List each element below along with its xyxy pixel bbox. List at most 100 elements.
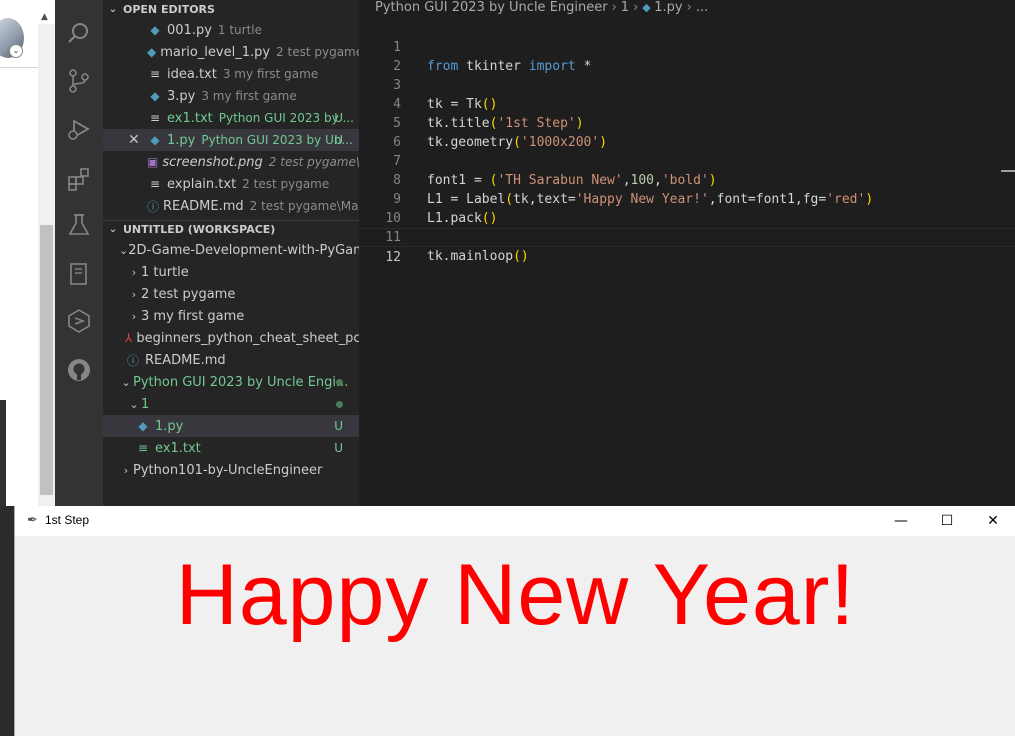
open-editor-item[interactable]: ▣ screenshot.png 2 test pygame\Ma... xyxy=(103,151,359,173)
line-number: 12 xyxy=(385,250,401,265)
tree-folder[interactable]: ⌄ Python GUI 2023 by Uncle Engi... xyxy=(103,371,359,393)
python-file-icon: ◆ xyxy=(642,1,655,14)
breadcrumb-item[interactable]: ... xyxy=(696,0,708,15)
code-line[interactable]: 4 tk.title('1st Step') xyxy=(359,76,1015,131)
git-status-untracked: U xyxy=(334,419,343,433)
code-line[interactable]: 5 tk.geometry('1000x200') xyxy=(359,95,1015,150)
section-title: UNTITLED (WORKSPACE) xyxy=(123,223,276,236)
source-control-icon[interactable] xyxy=(66,68,92,94)
overview-ruler-cursor xyxy=(1001,170,1015,172)
file-name: 1.py xyxy=(155,418,184,434)
notebook-icon[interactable] xyxy=(66,261,92,287)
file-name: beginners_python_cheat_sheet_pcc... xyxy=(136,330,359,346)
testing-icon[interactable] xyxy=(66,212,92,238)
folder-name: 1 xyxy=(141,396,150,412)
open-editor-item[interactable]: ≡ ex1.txt Python GUI 2023 by ... U xyxy=(103,107,359,129)
modified-dot-icon xyxy=(336,400,343,408)
tree-folder[interactable]: › Python101-by-UncleEngineer xyxy=(103,459,359,481)
image-file-icon: ▣ xyxy=(147,155,159,169)
file-name: 1.py xyxy=(167,132,196,148)
code-line[interactable]: 2 xyxy=(359,38,1015,74)
code-line[interactable]: 3 tk = Tk() xyxy=(359,57,1015,112)
breadcrumb-item[interactable]: Python GUI 2023 by Uncle Engineer xyxy=(375,0,608,15)
maximize-button[interactable]: ☐ xyxy=(924,506,970,536)
open-editor-item-active[interactable]: ✕ ◆ 1.py Python GUI 2023 by Un... U xyxy=(103,129,359,151)
code-line[interactable]: 9 L1.pack() xyxy=(359,171,1015,226)
open-editor-item[interactable]: ◆ 001.py 1 turtle xyxy=(103,19,359,41)
file-name: README.md xyxy=(163,198,244,214)
tree-file[interactable]: ≡ ex1.txt U xyxy=(103,437,359,459)
close-button[interactable]: ✕ xyxy=(970,506,1015,536)
breadcrumb-item[interactable]: 1 xyxy=(621,0,629,15)
code-editor[interactable]: Python GUI 2023 by Uncle Engineer › 1 › ◆ 1.… xyxy=(359,0,1015,506)
chevron-right-icon: › xyxy=(131,265,137,279)
file-name: README.md xyxy=(145,352,226,368)
open-editor-item[interactable]: ⓘ README.md 2 test pygame\Mari... xyxy=(103,195,359,217)
info-icon: ⓘ xyxy=(147,199,160,214)
folder-name: Python101-by-UncleEngineer xyxy=(133,462,323,478)
file-path: 3 my first game xyxy=(222,67,319,81)
chevron-down-icon: ⌄ xyxy=(108,3,118,15)
open-editor-item[interactable]: ◆ 3.py 3 my first game xyxy=(103,85,359,107)
tree-folder[interactable]: ⌄ 2D-Game-Development-with-PyGam... xyxy=(103,239,359,261)
workspace-header[interactable]: ⌄ UNTITLED (WORKSPACE) xyxy=(103,220,359,238)
chevron-right-icon: › xyxy=(611,0,617,15)
file-path: 2 test pygame\... xyxy=(276,45,359,59)
section-title: OPEN EDITORS xyxy=(123,2,215,16)
file-name: 3.py xyxy=(167,88,196,104)
chevron-down-icon: ⌄ xyxy=(108,224,118,235)
chevron-down-icon[interactable]: ⌄ xyxy=(9,44,23,58)
code-line[interactable]: 10 xyxy=(359,190,1015,226)
open-editors-header[interactable]: ⌄ OPEN EDITORS xyxy=(103,0,359,18)
run-debug-icon[interactable] xyxy=(66,116,92,142)
file-path: 2 test pygame\Mari... xyxy=(249,199,359,213)
modified-dot-icon xyxy=(336,378,343,386)
pdf-file-icon: ⅄ xyxy=(125,331,133,345)
git-status-untracked: U xyxy=(334,133,343,147)
code-line[interactable]: 1 from tkinter import * xyxy=(359,19,1015,74)
activity-bar: 2 xyxy=(55,0,152,506)
file-name: ex1.txt xyxy=(155,440,201,456)
breadcrumb-item[interactable]: 1.py xyxy=(654,0,682,15)
tree-file[interactable]: ⓘ README.md xyxy=(103,349,359,371)
minimize-button[interactable]: — xyxy=(878,506,924,536)
window-title: 1st Step xyxy=(45,513,90,527)
tree-folder[interactable]: › 2 test pygame xyxy=(103,283,359,305)
file-name: 001.py xyxy=(167,22,212,38)
github-icon[interactable] xyxy=(66,357,92,383)
file-name: idea.txt xyxy=(167,66,217,82)
code-line[interactable]: 6 xyxy=(359,114,1015,150)
code-line[interactable]: 7 font1 = ('TH Sarabun New',100,'bold') xyxy=(359,133,1015,188)
python-file-icon: ◆ xyxy=(138,419,148,433)
background-window-edge xyxy=(0,400,6,506)
scrollbar-thumb[interactable] xyxy=(40,225,53,495)
tree-folder[interactable]: › 3 my first game xyxy=(103,305,359,327)
open-editor-item[interactable]: ◆ mario_level_1.py 2 test pygame\... xyxy=(103,41,359,63)
tkinter-window[interactable]: ✒ 1st Step — ☐ ✕ Happy New Year! xyxy=(14,506,1015,736)
happy-new-year-label: Happy New Year! xyxy=(175,547,856,643)
git-status-untracked: U xyxy=(334,441,343,455)
open-editor-item[interactable]: ≡ idea.txt 3 my first game xyxy=(103,63,359,85)
info-icon: ⓘ xyxy=(126,353,139,368)
code-line-current[interactable]: 12 xyxy=(359,228,1015,265)
tree-file-selected[interactable]: ◆ 1.py U xyxy=(103,415,359,437)
chevron-right-icon: › xyxy=(633,0,639,15)
python-file-icon: ◆ xyxy=(150,23,160,37)
scroll-up-arrow-icon[interactable]: ▲ xyxy=(41,12,48,22)
open-editor-item[interactable]: ≡ explain.txt 2 test pygame xyxy=(103,173,359,195)
remote-explorer-icon[interactable] xyxy=(66,308,92,334)
window-titlebar[interactable]: ✒ 1st Step — ☐ ✕ xyxy=(15,506,1015,536)
code-line[interactable]: 8 L1 = Label(tk,text='Happy New Year!',f… xyxy=(359,152,1015,207)
tree-folder[interactable]: › 1 turtle xyxy=(103,261,359,283)
close-icon[interactable]: ✕ xyxy=(128,132,140,148)
browser-window-edge: ⌄ ▲ xyxy=(0,0,55,506)
file-path: 2 test pygame xyxy=(242,177,330,191)
tree-folder[interactable]: ⌄ 1 xyxy=(103,393,359,415)
chevron-down-icon: ⌄ xyxy=(121,375,131,389)
folder-name: 1 turtle xyxy=(141,264,189,280)
extensions-icon[interactable] xyxy=(66,166,92,192)
code-line[interactable]: 11 tk.mainloop() xyxy=(359,209,1015,264)
chevron-right-icon: › xyxy=(131,287,137,301)
tree-file[interactable]: ⅄ beginners_python_cheat_sheet_pcc... xyxy=(103,327,359,349)
search-icon[interactable] xyxy=(66,20,92,46)
